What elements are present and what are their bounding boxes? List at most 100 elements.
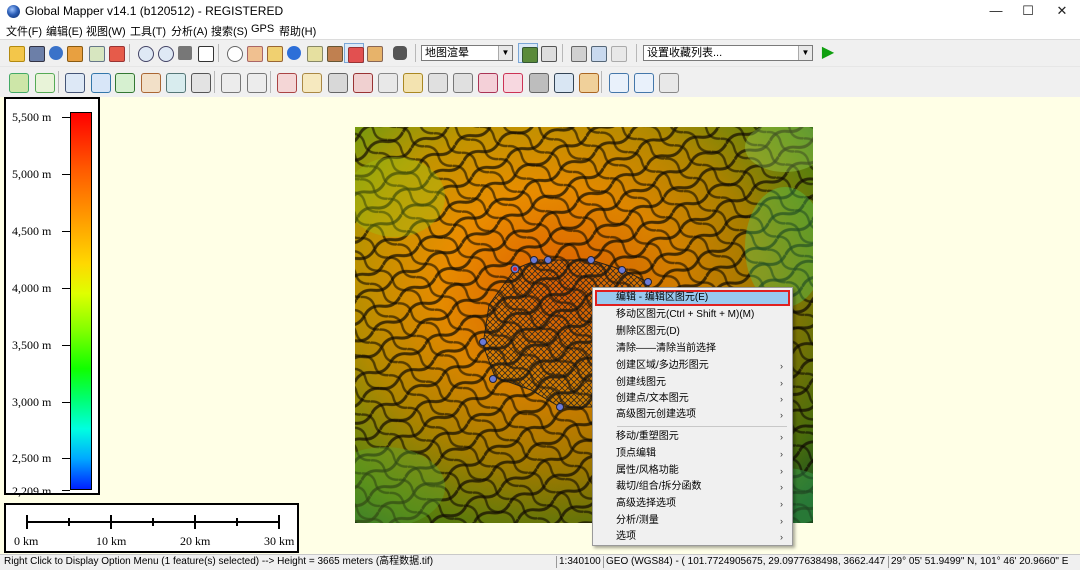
menu-tools[interactable]: 工具(T): [130, 23, 166, 39]
shader-select[interactable]: 地图渲晕 ▼: [421, 45, 513, 61]
create-point-button[interactable]: [112, 70, 136, 94]
online-data-button[interactable]: [46, 43, 66, 63]
menu-view[interactable]: 视图(W): [86, 23, 126, 39]
rotate-button[interactable]: [375, 70, 399, 94]
minimize-button[interactable]: —: [980, 0, 1012, 22]
view-shed-button[interactable]: [324, 43, 344, 63]
create-area-button[interactable]: [6, 70, 30, 94]
shader-options-button[interactable]: [538, 43, 558, 63]
digitizer-tool-button[interactable]: [344, 43, 364, 63]
menu-help[interactable]: 帮助(H): [279, 23, 316, 39]
menu-item-advanced-select[interactable]: 高级选择选项 ›: [595, 496, 790, 512]
favorites-select[interactable]: 设置收藏列表... ▼: [643, 45, 813, 61]
info-tool-button[interactable]: [284, 43, 304, 63]
menu-item-edit-area[interactable]: 编辑 - 编辑区图元(E): [595, 290, 790, 306]
terrain-tool-button[interactable]: [364, 43, 384, 63]
status-message: Right Click to Display Option Menu (1 fe…: [4, 556, 434, 567]
measure-area-button[interactable]: [551, 70, 575, 94]
menu-item-create-point[interactable]: 创建点/文本图元 ›: [595, 391, 790, 407]
feature-vertex: [618, 266, 626, 274]
menu-search[interactable]: 搜索(S): [211, 23, 248, 39]
create-code-button[interactable]: [138, 70, 162, 94]
close-button[interactable]: ✕: [1046, 0, 1078, 22]
undo-button[interactable]: [656, 70, 680, 94]
circle-icon: [91, 73, 111, 93]
scissors-icon: [353, 73, 373, 93]
home-button[interactable]: [195, 43, 215, 63]
overlay-control-button[interactable]: [64, 43, 84, 63]
create-line-button[interactable]: [32, 70, 56, 94]
create-grid-button[interactable]: [188, 70, 212, 94]
measure-tool-button[interactable]: [264, 43, 284, 63]
menu-item-create-line[interactable]: 创建线图元 ›: [595, 375, 790, 391]
toolbar-separator: [129, 44, 130, 62]
cut-button[interactable]: [350, 70, 374, 94]
menu-item-delete-area[interactable]: 删除区图元(D): [595, 324, 790, 340]
pan-tool-button[interactable]: [244, 43, 264, 63]
save-button[interactable]: [26, 43, 46, 63]
edit-feature-button[interactable]: [274, 70, 298, 94]
edit-pen-icon: [277, 73, 297, 93]
full-view-button[interactable]: [175, 43, 195, 63]
light-direction-button[interactable]: [608, 43, 628, 63]
menu-item-move-reshape[interactable]: 移动/重塑图元 ›: [595, 429, 790, 445]
create-buffer-button[interactable]: [163, 70, 187, 94]
zoom-out-button[interactable]: [155, 43, 175, 63]
vertex-move-button[interactable]: [218, 70, 242, 94]
menu-item-vertex-edit[interactable]: 顶点编辑 ›: [595, 446, 790, 462]
create-rect-button[interactable]: [62, 70, 86, 94]
style-button[interactable]: [500, 70, 524, 94]
move-vertex-button[interactable]: [606, 70, 630, 94]
scale-bar: 0 km 10 km 20 km 30 km: [4, 503, 299, 553]
menu-item-attributes[interactable]: 属性/风格功能 ›: [595, 463, 790, 479]
legend-label: 5,500 m: [12, 110, 52, 124]
path-profile-button[interactable]: [304, 43, 324, 63]
snap-button[interactable]: [631, 70, 655, 94]
menu-item-create-area[interactable]: 创建区域/多边形图元 ›: [595, 358, 790, 374]
combine-button[interactable]: [450, 70, 474, 94]
menu-item-move-area[interactable]: 移动区图元(Ctrl + Shift + M)(M): [595, 307, 790, 323]
point-icon: [115, 73, 135, 93]
map-workspace[interactable]: 5,500 m 5,000 m 4,500 m 4,000 m 3,500 m …: [0, 97, 1080, 554]
maximize-button[interactable]: ☐: [1012, 0, 1044, 22]
chevron-right-icon: ›: [780, 394, 783, 404]
shader-toggle-button[interactable]: [518, 43, 538, 63]
menu-item-analysis-measure[interactable]: 分析/测量 ›: [595, 513, 790, 529]
snap-icon: [634, 73, 654, 93]
status-scale: 1:340100: [559, 556, 601, 567]
print-button[interactable]: [86, 43, 106, 63]
split-button[interactable]: [400, 70, 424, 94]
menu-analysis[interactable]: 分析(A): [171, 23, 208, 39]
menu-item-advanced-create[interactable]: 高级图元创建选项 ›: [595, 407, 790, 423]
buffer-area-button[interactable]: [576, 70, 600, 94]
select-feature-button[interactable]: [299, 70, 323, 94]
menu-file[interactable]: 文件(F): [6, 23, 42, 39]
zoom-in-button[interactable]: [135, 43, 155, 63]
config-button[interactable]: [106, 43, 126, 63]
toolbar-separator: [636, 44, 637, 62]
menu-item-label: 选项: [616, 531, 636, 542]
folder-icon: [9, 46, 25, 62]
copy-map-button[interactable]: [588, 43, 608, 63]
elevation-color-ramp: [70, 112, 92, 490]
ruler-icon: [267, 46, 283, 62]
select-icon: [302, 73, 322, 93]
merge-button[interactable]: [425, 70, 449, 94]
menu-separator: [617, 426, 787, 427]
menu-item-cut-combine-split[interactable]: 裁切/组合/拆分函数 ›: [595, 479, 790, 495]
3d-view-button[interactable]: [390, 43, 410, 63]
vertex-insert-button[interactable]: [244, 70, 268, 94]
run-favorite-button[interactable]: ▶: [818, 43, 838, 63]
open-file-button[interactable]: [6, 43, 26, 63]
attribute-button[interactable]: [475, 70, 499, 94]
reshape-button[interactable]: [325, 70, 349, 94]
create-circle-button[interactable]: [88, 70, 112, 94]
vertical-exag-button[interactable]: [568, 43, 588, 63]
menu-item-label: 编辑 - 编辑区图元(E): [616, 292, 709, 303]
menu-item-options[interactable]: 选项 ›: [595, 529, 790, 545]
menu-gps[interactable]: GPS: [251, 23, 274, 35]
menu-edit[interactable]: 编辑(E): [46, 23, 83, 39]
zoom-tool-button[interactable]: [224, 43, 244, 63]
menu-item-clear-selection[interactable]: 清除——清除当前选择: [595, 341, 790, 357]
smooth-button[interactable]: [526, 70, 550, 94]
